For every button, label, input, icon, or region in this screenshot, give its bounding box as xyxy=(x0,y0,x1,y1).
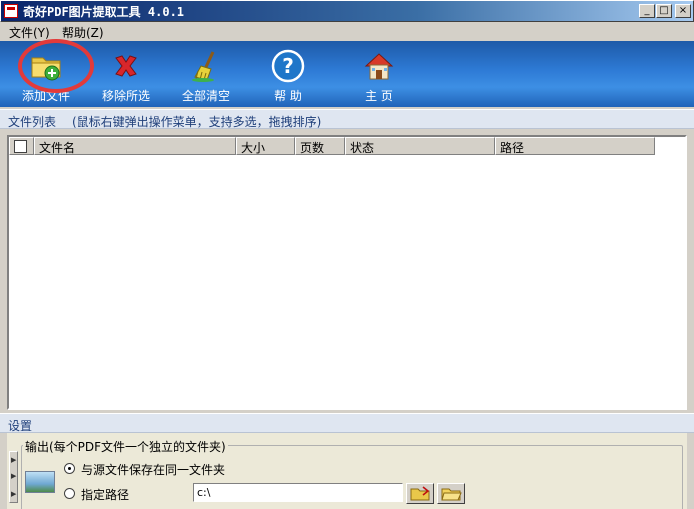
add-folder-icon xyxy=(31,57,61,81)
clear-all-button[interactable]: 全部清空 xyxy=(176,49,236,105)
custom-path-radio[interactable] xyxy=(64,488,75,499)
output-path-input[interactable] xyxy=(193,483,403,502)
filelist-bar: 文件列表 (鼠标右键弹出操作菜单，支持多选，拖拽排序) xyxy=(0,109,694,129)
custom-path-label: 指定路径 xyxy=(81,488,130,502)
homepage-label: 主 页 xyxy=(365,89,393,103)
same-folder-radio[interactable] xyxy=(64,463,75,474)
help-icon: ? xyxy=(271,49,305,83)
column-filename[interactable]: 文件名 xyxy=(34,137,236,155)
filelist-hint: (鼠标右键弹出操作菜单，支持多选，拖拽排序) xyxy=(72,115,322,129)
picture-icon xyxy=(25,471,55,493)
maximize-button[interactable]: □ xyxy=(656,4,672,18)
browse-folder-button[interactable] xyxy=(437,483,465,504)
settings-title: 设置 xyxy=(8,419,33,433)
column-status[interactable]: 状态 xyxy=(345,137,495,155)
close-button[interactable]: × xyxy=(675,4,691,18)
title-bar: 奇好PDF图片提取工具 4.0.1 _ □ × xyxy=(0,0,694,22)
svg-text:?: ? xyxy=(282,54,294,78)
window-title: 奇好PDF图片提取工具 4.0.1 xyxy=(23,5,185,19)
output-group-title: 输出(每个PDF文件一个独立的文件夹) xyxy=(23,438,228,455)
file-listview[interactable]: 文件名 大小 页数 状态 路径 xyxy=(7,135,687,410)
folder-arrow-icon xyxy=(410,486,430,501)
settings-bar: 设置 xyxy=(0,413,694,433)
filelist-title: 文件列表 xyxy=(8,115,57,129)
column-path[interactable]: 路径 xyxy=(495,137,655,155)
select-all-column[interactable] xyxy=(9,137,34,155)
minimize-button[interactable]: _ xyxy=(639,4,655,18)
menu-help[interactable]: 帮助(Z) xyxy=(62,24,104,41)
select-all-checkbox[interactable] xyxy=(14,140,27,153)
list-header: 文件名 大小 页数 状态 路径 xyxy=(9,137,655,155)
add-file-button[interactable]: 添加文件 xyxy=(16,49,76,105)
open-folder-button[interactable] xyxy=(406,483,434,504)
red-x-icon xyxy=(115,55,137,77)
remove-selected-button[interactable]: 移除所选 xyxy=(96,49,156,105)
column-size[interactable]: 大小 xyxy=(236,137,295,155)
home-icon xyxy=(364,53,394,80)
collapse-strip[interactable]: ▶ ▶ ▶ xyxy=(9,451,18,503)
clear-all-label: 全部清空 xyxy=(181,89,230,103)
column-pages[interactable]: 页数 xyxy=(295,137,345,155)
help-label: 帮 助 xyxy=(274,89,302,103)
remove-selected-label: 移除所选 xyxy=(101,89,150,103)
same-folder-label: 与源文件保存在同一文件夹 xyxy=(81,463,226,477)
add-file-label: 添加文件 xyxy=(21,89,70,103)
homepage-button[interactable]: 主 页 xyxy=(349,49,409,105)
app-icon xyxy=(4,4,18,18)
menu-bar: 文件(Y) 帮助(Z) xyxy=(0,22,694,41)
toolbar: 添加文件 移除所选 全部清空 ? 帮 助 主 页 xyxy=(0,41,694,107)
folder-icon xyxy=(441,488,462,501)
menu-file[interactable]: 文件(Y) xyxy=(9,24,50,41)
broom-icon xyxy=(192,51,215,82)
help-button[interactable]: ? 帮 助 xyxy=(258,49,318,105)
